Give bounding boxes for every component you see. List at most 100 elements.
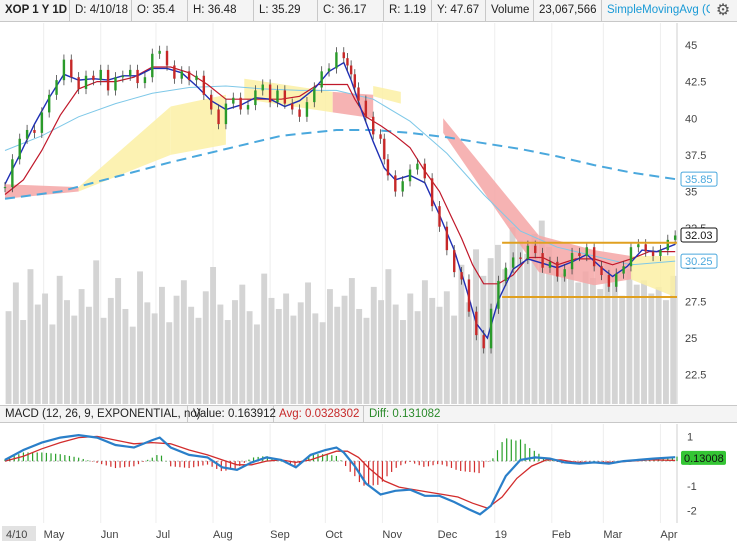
candle-body [504,267,507,281]
price-badge-label: 32.03 [685,230,713,242]
volume-bar [85,306,92,404]
macd-histogram-bar [73,456,75,462]
macd-histogram-bar [400,461,402,466]
volume-bar [34,304,41,404]
volume-bar [137,271,143,404]
candle-body [600,266,603,276]
volume-bar [436,306,443,404]
macd-histogram-bar [340,460,342,462]
ichimoku-cloud-bullish [373,86,401,104]
candle-body [313,87,316,103]
x-tick-label: Dec [438,529,458,541]
candle-body [592,247,596,267]
candle-body [585,247,588,256]
candle-body [659,250,662,256]
volume-bar [239,284,246,404]
macd-histogram-bar [183,461,186,468]
volume-bar [509,227,516,404]
macd-histogram-bar [45,452,48,462]
macd-histogram-bar [50,453,52,462]
candle-body [445,226,449,251]
price-tick-label: 37.5 [685,150,706,162]
candle-body [673,235,677,240]
macd-histogram-bar [496,450,499,462]
macd-histogram-bar [478,461,480,474]
candle-body [143,77,147,84]
volume-bar [312,313,319,404]
volume-bar [78,289,85,404]
candle-body [570,253,574,270]
macd-histogram-bar [446,461,448,467]
candle-body [467,279,471,312]
volume-bar [619,295,626,404]
macd-histogram-bar [377,461,379,485]
candle-body [195,75,198,81]
candle-body [666,239,669,251]
volume-bar [144,302,151,404]
macd-histogram-bar [469,461,471,472]
volume-bar [115,278,122,404]
macd-histogram-bar [133,461,135,467]
candle-body [438,206,441,227]
volume-bar [5,311,12,404]
volume-bar [275,308,282,404]
volume-bar [494,244,501,404]
price-tick-label: 27.5 [685,296,706,308]
volume-bar [122,308,129,404]
macd-histogram-bar [78,457,80,462]
x-tick-label: Aug [213,529,233,541]
macd-histogram-bar [345,461,347,467]
volume-bar [611,275,618,404]
volume-bar [12,282,19,404]
macd-histogram-bar [87,460,89,462]
volume-bar [49,324,56,404]
macd-histogram-bar [460,461,462,471]
macd-histogram-bar [368,461,370,487]
candle-body [136,69,139,84]
candle-body [615,273,618,287]
macd-histogram-bar [437,461,439,465]
volume-bar [633,284,640,404]
candle-body [342,52,345,59]
candle-body [25,129,29,139]
candle-body [622,266,625,274]
volume-bar [392,304,399,404]
candle-body [40,112,44,133]
volume-bar [166,322,173,404]
macd-histogram-bar [124,461,126,468]
volume-bar [100,317,107,404]
volume-bar [20,320,27,404]
volume-bar [648,293,655,404]
volume-bar [414,311,421,404]
volume-bar [283,293,290,404]
macd-histogram-bar [391,461,393,472]
candle-body [578,253,581,256]
candle-body [460,272,463,280]
candle-body [394,175,397,192]
candle-body [99,69,102,81]
price-tick-label: 22.5 [685,370,706,382]
candle-body [423,163,426,179]
candle-body [357,87,360,101]
macd-badge-label: 0.13008 [684,453,724,465]
macd-histogram-bar [335,455,337,462]
volume-bar [575,282,582,404]
candle-body [383,138,386,160]
candle-body [165,50,169,66]
macd-histogram-bar [147,459,149,462]
volume-bar [246,311,253,404]
candle-body [349,65,353,75]
macd-histogram-bar [91,461,94,462]
chart-canvas[interactable]: 4542.54037.53532.53027.52522.535.8532.03… [0,0,737,542]
macd-histogram-bar [64,455,66,462]
candle-body [408,169,412,182]
macd-histogram-bar [137,461,140,465]
price-tick-label: 25 [685,333,697,345]
macd-histogram-bar [598,461,600,462]
macd-histogram-bar [519,439,522,462]
volume-bar [662,300,669,404]
macd-histogram-bar [372,461,374,486]
volume-bar [407,293,414,404]
volume-bar [378,300,385,404]
candle-body [114,77,117,91]
